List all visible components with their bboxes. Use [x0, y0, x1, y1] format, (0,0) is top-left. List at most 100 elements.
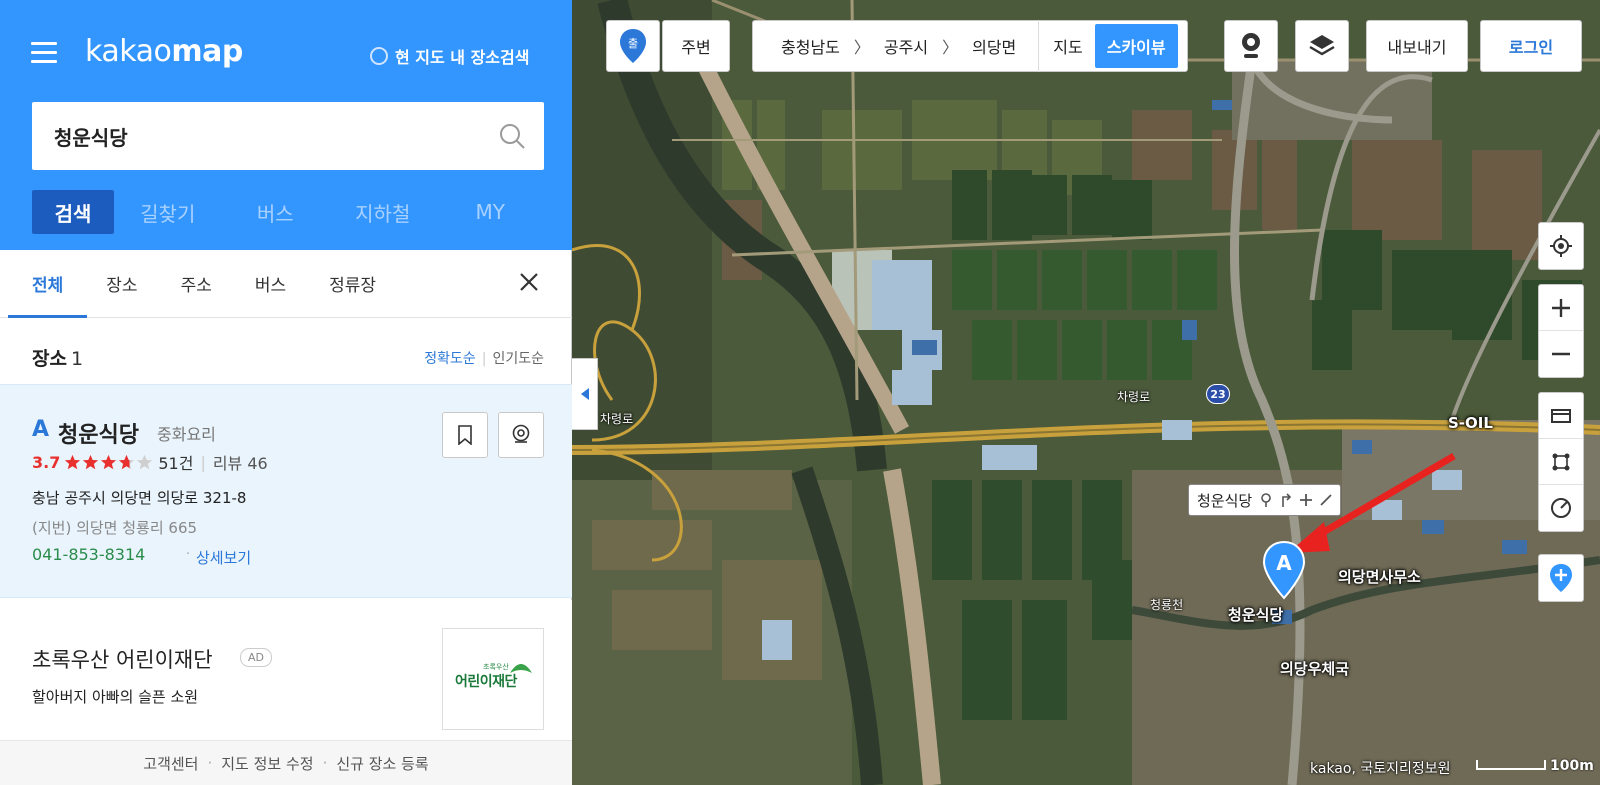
tab-subway[interactable]: 지하철 [329, 190, 437, 234]
ruler-button[interactable] [1539, 393, 1583, 439]
add-pin-icon [1550, 564, 1572, 592]
minus-icon [1552, 352, 1570, 356]
roadview-icon [1261, 493, 1272, 507]
map-view-button[interactable]: 지도 [1038, 20, 1083, 72]
export-button[interactable]: 내보내기 [1366, 20, 1468, 72]
svg-text:출: 출 [628, 37, 638, 50]
rating-score: 3.7 [32, 452, 61, 472]
place-marker-letter: A [32, 417, 50, 442]
login-button[interactable]: 로그인 [1480, 20, 1582, 72]
restaurant-map-label: 청운식당 [1228, 606, 1284, 624]
zoom-out-button[interactable] [1539, 331, 1583, 377]
scale-label: 100m [1550, 758, 1594, 774]
search-box [32, 102, 544, 170]
breadcrumb-town[interactable]: 의당면 [958, 34, 1016, 58]
search-input[interactable] [54, 102, 474, 170]
map-copyright: kakao, 국토지리정보원 [1310, 761, 1451, 777]
place-category: 중화요리 [157, 425, 216, 444]
results-header: 장소 1 정확도순 | 인기도순 [32, 344, 544, 374]
footer-edit-map-info[interactable]: 지도 정보 수정 [221, 753, 313, 774]
radius-icon [1551, 498, 1571, 518]
ad-logo-image[interactable]: 초록우산 어린이재단 [442, 628, 544, 730]
plus-icon [1552, 298, 1570, 317]
place-jibun-address: (지번) 의당면 청룡리 665 [32, 519, 198, 537]
post-office-label: 의당우체국 [1280, 660, 1350, 678]
tab-search[interactable]: 검색 [32, 190, 114, 234]
ad-badge: AD [240, 648, 272, 667]
filter-tab-place[interactable]: 장소 [106, 250, 137, 318]
skyview-button[interactable]: 스카이뷰 [1094, 24, 1178, 68]
results-count: 1 [70, 348, 84, 370]
footer-customer-center[interactable]: 고객센터 [143, 753, 198, 774]
radio-circle-icon [370, 47, 388, 65]
star-icon [83, 454, 99, 469]
polygon-icon [1552, 453, 1570, 470]
route-23-badge: 23 [1206, 384, 1230, 404]
review-count[interactable]: 리뷰 46 [213, 450, 268, 474]
bookmark-button[interactable] [442, 412, 488, 458]
filter-tab-stop[interactable]: 정류장 [329, 250, 376, 318]
panel-header: kakaomap 현 지도 내 장소검색 검색 길찾기 버스 지하철 MY [0, 0, 572, 250]
start-pin-icon: 출 [620, 29, 646, 63]
search-icon[interactable] [498, 122, 526, 150]
sort-popularity-link[interactable]: 인기도순 [492, 351, 544, 367]
radius-button[interactable] [1539, 485, 1583, 531]
place-tooltip[interactable]: 청운식당 [1188, 484, 1342, 516]
tab-bus[interactable]: 버스 [222, 190, 330, 234]
rating-row: 3.7 51건 | 리뷰 46 [32, 450, 268, 474]
place-address: 충남 공주시 의당면 의당로 321-8 [32, 489, 247, 507]
map-marker-a[interactable]: A [1262, 540, 1306, 600]
add-place-control [1538, 554, 1584, 602]
filter-tab-address[interactable]: 주소 [181, 250, 212, 318]
tab-my[interactable]: MY [437, 190, 545, 234]
star-icon [137, 454, 153, 469]
layers-icon [1309, 35, 1335, 56]
star-icon [101, 454, 117, 469]
place-detail-link[interactable]: 상세보기 [196, 547, 251, 568]
soil-label: S-OIL [1448, 414, 1493, 432]
kakaomap-logo[interactable]: kakaomap [85, 34, 243, 69]
tooltip-place-name: 청운식당 [1197, 491, 1253, 510]
my-location-button[interactable] [1539, 223, 1583, 269]
close-icon[interactable] [517, 270, 541, 294]
layers-button[interactable] [1295, 20, 1349, 72]
sort-accuracy-link[interactable]: 정확도순 [424, 351, 476, 367]
filter-tab-bus[interactable]: 버스 [255, 250, 286, 318]
ad-item[interactable]: 초록우산 어린이재단 AD 할아버지 아빠의 슬픈 소원 초록우산 어린이재단 [0, 600, 572, 740]
area-measure-button[interactable] [1539, 439, 1583, 485]
footer-register-place[interactable]: 신규 장소 등록 [336, 753, 428, 774]
breadcrumb-city[interactable]: 공주시 [870, 34, 928, 58]
office-label: 의당면사무소 [1338, 568, 1421, 586]
ad-title[interactable]: 초록우산 어린이재단 [32, 644, 213, 674]
star-icon [119, 454, 135, 469]
nearby-button[interactable]: 주변 [662, 20, 730, 72]
plus-icon [1300, 494, 1313, 506]
roadview-button[interactable] [498, 412, 544, 458]
filter-tab-all[interactable]: 전체 [7, 250, 88, 318]
add-place-button[interactable] [1539, 555, 1583, 601]
locate-control [1538, 222, 1584, 270]
stream-label: 청룡천 [1150, 598, 1184, 612]
roadview-toggle-button[interactable] [1224, 20, 1278, 72]
area-search-toggle[interactable]: 현 지도 내 장소검색 [370, 44, 529, 68]
start-point-button[interactable]: 출 [606, 20, 660, 72]
breadcrumb-province[interactable]: 충청남도 [753, 34, 840, 58]
filter-tabs: 전체 장소 주소 버스 정류장 [0, 250, 572, 318]
place-phone: 041-853-8314 [32, 545, 146, 564]
panel-footer: 고객센터 · 지도 정보 수정 · 신규 장소 등록 [0, 740, 572, 785]
tab-directions[interactable]: 길찾기 [114, 190, 222, 234]
star-icon [65, 454, 81, 469]
place-result-item[interactable]: A 청운식당 중화요리 3.7 51건 | 리뷰 46 충남 공주시 의당면 의… [0, 384, 572, 598]
ad-description: 할아버지 아빠의 슬픈 소원 [32, 688, 199, 706]
rating-count[interactable]: 51건 [158, 450, 193, 474]
road-label-charyeong-2: 차령로 [600, 412, 634, 426]
results-title: 장소 [32, 348, 67, 370]
panel-collapse-button[interactable] [572, 358, 598, 430]
menu-button[interactable] [31, 42, 57, 64]
map-view[interactable]: 차령로 차령로 23 S-OIL 의당면사무소 청룡천 청운식당 의당우체국 [572, 0, 1600, 785]
search-panel: kakaomap 현 지도 내 장소검색 검색 길찾기 버스 지하철 MY 전체… [0, 0, 572, 785]
satellite-imagery [572, 0, 1600, 785]
roadview-icon [1242, 33, 1260, 58]
place-name[interactable]: 청운식당 [58, 417, 139, 449]
zoom-in-button[interactable] [1539, 285, 1583, 331]
